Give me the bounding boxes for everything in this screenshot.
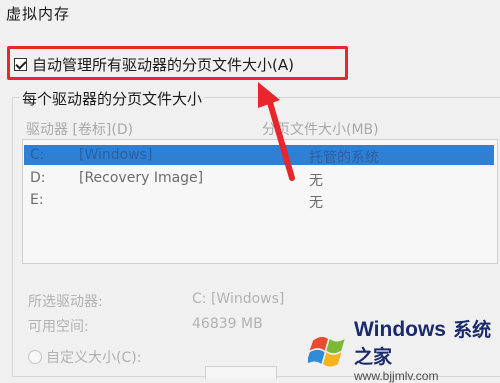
custom-size-radio[interactable] <box>28 350 42 364</box>
free-space-label: 可用空间: <box>28 319 89 335</box>
drive-letter: C: <box>30 147 45 163</box>
drive-paging-size: 无 <box>309 195 323 211</box>
watermark-text: Windows 系统之家 www.bjjmlv.com <box>354 315 500 383</box>
selected-drive-label: 所选驱动器: <box>28 294 103 310</box>
watermark-brand: Windows <box>354 317 446 341</box>
selected-drive-value: C: [Windows] <box>192 291 285 307</box>
drive-letter: E: <box>30 192 44 208</box>
drive-volume: [Windows] <box>79 147 153 163</box>
drive-volume: [Recovery Image] <box>79 170 204 186</box>
initial-size-input[interactable] <box>205 366 277 379</box>
custom-size-option[interactable]: 自定义大小(C): <box>28 347 141 367</box>
drive-row-d[interactable]: D: [Recovery Image] 无 <box>24 168 494 189</box>
drive-paging-size: 托管的系统 <box>309 150 379 166</box>
size-column-header: 分页文件大小(MB) <box>262 122 379 138</box>
dialog-title: 虚拟内存 <box>6 5 71 23</box>
watermark-url: www.bjjmlv.com <box>354 368 439 383</box>
drive-paging-size: 无 <box>309 173 323 189</box>
drive-listbox[interactable]: C: [Windows] 托管的系统 D: [Recovery Image] 无… <box>22 139 498 264</box>
custom-size-label: 自定义大小(C): <box>46 350 142 366</box>
windows-logo-icon <box>308 336 345 367</box>
windows-watermark: Windows 系统之家 www.bjjmlv.com <box>308 318 500 383</box>
drive-row-c[interactable]: C: [Windows] 托管的系统 <box>24 145 494 166</box>
drive-column-header: 驱动器 [卷标](D) <box>26 122 134 138</box>
drive-row-e[interactable]: E: 无 <box>24 190 494 211</box>
drive-letter: D: <box>30 170 46 186</box>
free-space-value: 46839 MB <box>192 316 263 332</box>
paging-group-label: 每个驱动器的分页文件大小 <box>20 88 205 109</box>
red-highlight-box <box>7 46 348 80</box>
